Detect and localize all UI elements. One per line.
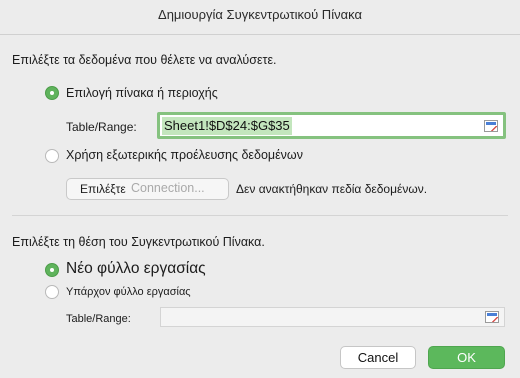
data-section-heading: Επιλέξτε τα δεδομένα που θέλετε να αναλύ… bbox=[12, 53, 277, 67]
radio-new-sheet[interactable] bbox=[45, 263, 59, 277]
radio-existing-sheet[interactable] bbox=[45, 285, 59, 299]
existing-range-picker-icon[interactable] bbox=[485, 311, 499, 323]
radio-existing-sheet-label[interactable]: Υπάρχον φύλλο εργασίας bbox=[66, 286, 191, 298]
range-picker-icon[interactable] bbox=[484, 120, 498, 132]
radio-table-range[interactable] bbox=[45, 86, 59, 100]
radio-external-source[interactable] bbox=[45, 149, 59, 163]
title-divider bbox=[0, 34, 520, 35]
radio-new-sheet-label[interactable]: Νέο φύλλο εργασίας bbox=[66, 260, 206, 278]
section-divider bbox=[12, 215, 508, 216]
location-section-heading: Επιλέξτε τη θέση του Συγκεντρωτικού Πίνα… bbox=[12, 235, 265, 249]
no-fields-text: Δεν ανακτήθηκαν πεδία δεδομένων. bbox=[236, 182, 428, 196]
table-range-value: Sheet1!$D$24:$G$35 bbox=[162, 117, 292, 135]
table-range-input[interactable]: Sheet1!$D$24:$G$35 bbox=[157, 112, 506, 139]
existing-table-range-input[interactable] bbox=[160, 307, 505, 327]
table-range-label: Table/Range: bbox=[66, 120, 137, 134]
choose-connection-prefix: Επιλέξτε bbox=[80, 182, 126, 196]
choose-connection-button[interactable]: Επιλέξτε Connection... bbox=[66, 178, 229, 200]
cancel-button[interactable]: Cancel bbox=[340, 346, 416, 369]
choose-connection-label: Connection... bbox=[131, 181, 205, 195]
dialog-title: Δημιουργία Συγκεντρωτικού Πίνακα bbox=[158, 7, 362, 22]
existing-table-range-label: Table/Range: bbox=[66, 313, 131, 325]
radio-table-range-label[interactable]: Επιλογή πίνακα ή περιοχής bbox=[66, 86, 218, 100]
radio-external-source-label[interactable]: Χρήση εξωτερικής προέλευσης δεδομένων bbox=[66, 148, 303, 162]
ok-button[interactable]: OK bbox=[428, 346, 505, 369]
